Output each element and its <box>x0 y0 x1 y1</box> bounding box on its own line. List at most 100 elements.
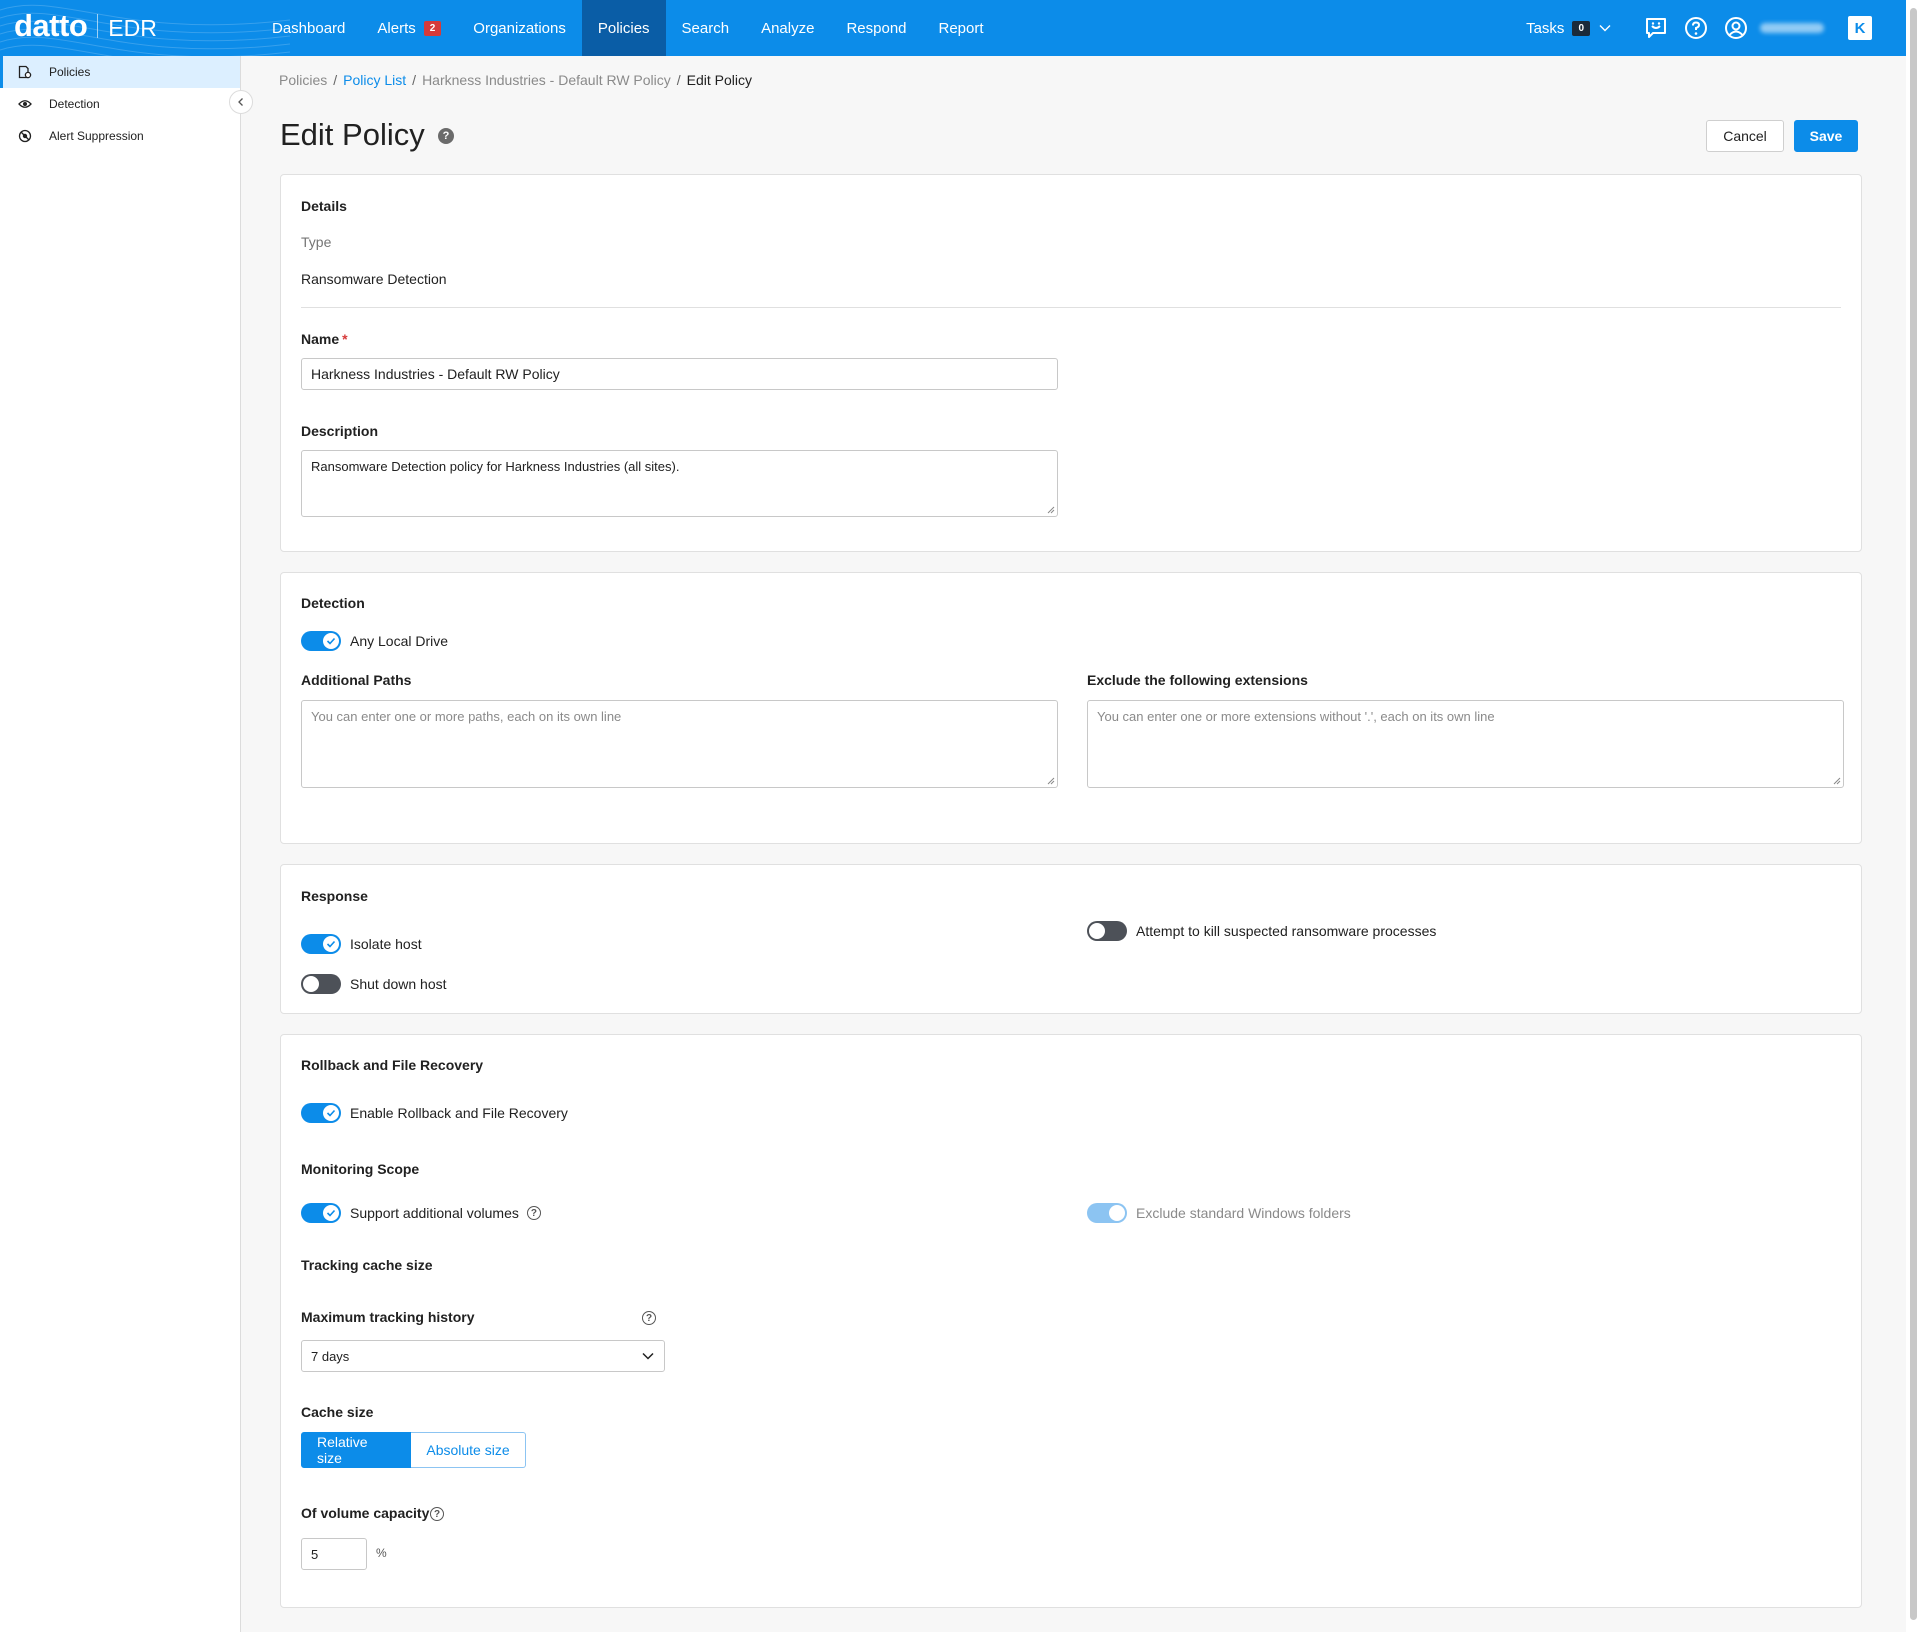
exclude-windows-folders-toggle: Exclude standard Windows folders <box>1087 1203 1351 1223</box>
toggle-label: Enable Rollback and File Recovery <box>350 1105 568 1121</box>
support-volumes-toggle[interactable]: Support additional volumes ? <box>301 1203 541 1223</box>
additional-paths-textarea[interactable]: You can enter one or more paths, each on… <box>301 700 1058 788</box>
user-account-icon[interactable] <box>1722 14 1750 42</box>
toggle-switch-on[interactable] <box>301 631 341 651</box>
toggle-switch-on[interactable] <box>301 1103 341 1123</box>
nav-policies-label: Policies <box>597 19 650 37</box>
toggle-label: Attempt to kill suspected ransomware pro… <box>1136 923 1437 939</box>
tracking-cache-title: Tracking cache size <box>301 1257 433 1273</box>
percent-unit: % <box>376 1546 387 1560</box>
save-button[interactable]: Save <box>1794 120 1858 152</box>
volume-capacity-input[interactable]: 5 <box>301 1538 367 1570</box>
name-input[interactable]: Harkness Industries - Default RW Policy <box>301 358 1058 390</box>
description-text: Ransomware Detection policy for Harkness… <box>311 459 680 474</box>
help-icon[interactable] <box>1682 14 1710 42</box>
kill-processes-toggle[interactable]: Attempt to kill suspected ransomware pro… <box>1087 921 1436 941</box>
nav-dashboard[interactable]: Dashboard <box>256 0 361 56</box>
username-redacted[interactable] <box>1760 23 1824 33</box>
nav-search[interactable]: Search <box>666 0 746 56</box>
nav-search-label: Search <box>681 19 730 37</box>
chevron-left-icon <box>238 98 243 106</box>
sidebar-collapse-button[interactable] <box>229 90 253 114</box>
breadcrumb-policy-name[interactable]: Harkness Industries - Default RW Policy <box>422 72 671 88</box>
chevron-down-icon <box>642 1352 654 1360</box>
tasks-dropdown[interactable]: Tasks 0 <box>1526 20 1612 37</box>
kaseya-app-switcher-icon[interactable]: K <box>1848 16 1872 40</box>
suppression-icon <box>18 129 32 143</box>
name-label-text: Name <box>301 331 340 347</box>
sidebar-item-policies[interactable]: Policies <box>0 56 240 88</box>
help-circle-icon[interactable]: ? <box>526 1206 541 1220</box>
toggle-switch-on[interactable] <box>301 934 341 954</box>
sidebar-item-label: Alert Suppression <box>49 129 144 143</box>
nav-analyze[interactable]: Analyze <box>745 0 830 56</box>
breadcrumb: Policies / Policy List / Harkness Indust… <box>279 72 752 88</box>
nav-respond-label: Respond <box>846 19 907 37</box>
scrollbar-thumb[interactable] <box>1910 8 1917 1620</box>
toggle-switch-on[interactable] <box>301 1203 341 1223</box>
type-value: Ransomware Detection <box>301 271 447 287</box>
resize-handle-icon[interactable] <box>1047 506 1055 514</box>
feedback-icon[interactable] <box>1642 14 1670 42</box>
isolate-host-toggle[interactable]: Isolate host <box>301 934 422 954</box>
shutdown-host-toggle[interactable]: Shut down host <box>301 974 447 994</box>
nav-respond[interactable]: Respond <box>830 0 922 56</box>
datto-edr-logo[interactable]: datto EDR <box>14 8 157 44</box>
toggle-label: Any Local Drive <box>350 633 449 649</box>
required-marker: * <box>342 331 348 347</box>
toggle-switch-off[interactable] <box>301 974 341 994</box>
resize-handle-icon[interactable] <box>1047 777 1055 785</box>
details-divider <box>301 307 1841 308</box>
relative-size-button[interactable]: Relative size <box>301 1432 411 1468</box>
toggle-switch-off[interactable] <box>1087 921 1127 941</box>
page-title: Edit Policy <box>280 117 425 152</box>
name-label: Name * <box>301 331 348 347</box>
type-label: Type <box>301 234 332 250</box>
any-local-drive-toggle[interactable]: Any Local Drive <box>301 631 448 651</box>
cancel-button[interactable]: Cancel <box>1706 120 1784 152</box>
exclude-extensions-textarea[interactable]: You can enter one or more extensions wit… <box>1087 700 1844 788</box>
nav-organizations-label: Organizations <box>473 19 566 37</box>
select-value: 7 days <box>311 1348 350 1364</box>
help-circle-icon[interactable]: ? <box>642 1311 656 1325</box>
volume-capacity-label: Of volume capacity <box>301 1505 430 1521</box>
main-nav: Dashboard Alerts 2 Organizations Policies… <box>256 0 1000 56</box>
monitoring-scope-title: Monitoring Scope <box>301 1161 420 1177</box>
placeholder-text: You can enter one or more extensions wit… <box>1097 709 1495 724</box>
check-icon <box>326 637 336 645</box>
logo-wordmark: datto <box>14 8 88 43</box>
max-history-select[interactable]: 7 days <box>301 1340 665 1372</box>
sidebar-item-label: Policies <box>49 65 91 79</box>
nav-policies[interactable]: Policies <box>581 0 666 56</box>
sidebar-item-label: Detection <box>49 97 100 111</box>
toggle-label: Support additional volumes <box>350 1205 519 1221</box>
sidebar-item-alert-suppression[interactable]: Alert Suppression <box>0 120 240 152</box>
toggle-label: Isolate host <box>350 936 422 952</box>
detection-section-title: Detection <box>301 595 365 611</box>
absolute-size-button[interactable]: Absolute size <box>411 1432 526 1468</box>
toggle-label: Exclude standard Windows folders <box>1136 1205 1351 1221</box>
page-scrollbar[interactable] <box>1906 0 1920 1632</box>
breadcrumb-policy-list[interactable]: Policy List <box>343 72 406 88</box>
page-help-icon[interactable]: ? <box>438 128 454 144</box>
top-right-controls: Tasks 0 K <box>1526 0 1906 56</box>
nav-report[interactable]: Report <box>923 0 1000 56</box>
logo-separator <box>97 14 99 38</box>
sidebar: Policies Detection Alert Suppression <box>0 56 253 1632</box>
detection-card: Detection Any Local Drive Additional Pat… <box>280 572 1862 844</box>
breadcrumb-policies[interactable]: Policies <box>279 72 327 88</box>
alerts-count-badge: 2 <box>423 20 442 36</box>
enable-rollback-toggle[interactable]: Enable Rollback and File Recovery <box>301 1103 568 1123</box>
resize-handle-icon[interactable] <box>1833 777 1841 785</box>
cache-size-segmented-control: Relative size Absolute size <box>301 1432 526 1468</box>
logo-product: EDR <box>108 15 157 41</box>
nav-alerts[interactable]: Alerts 2 <box>361 0 457 56</box>
sidebar-item-detection[interactable]: Detection <box>0 88 240 120</box>
rollback-section-title: Rollback and File Recovery <box>301 1057 484 1073</box>
description-textarea[interactable]: Ransomware Detection policy for Harkness… <box>301 450 1058 517</box>
breadcrumb-current: Edit Policy <box>686 72 753 88</box>
response-card: Response Isolate host Shut down host Att… <box>280 864 1862 1014</box>
details-card: Details Type Ransomware Detection Name * … <box>280 174 1862 552</box>
nav-organizations[interactable]: Organizations <box>457 0 582 56</box>
help-circle-icon[interactable]: ? <box>430 1507 444 1521</box>
